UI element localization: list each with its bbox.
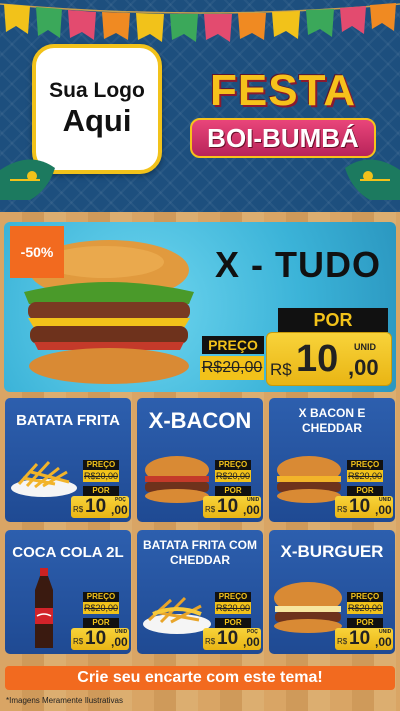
price-int: 10	[349, 628, 371, 649]
new-price: R$ 10 UNID ,00	[71, 628, 129, 650]
product-card[interactable]: X-BURGUER PREÇO R$20,00 POR R$ 10 UNID ,…	[269, 530, 395, 654]
por-label: POR	[347, 486, 383, 496]
price-int: 10	[85, 496, 107, 517]
currency: R$	[73, 505, 84, 514]
old-price: R$20,00	[83, 470, 119, 482]
hero-product-name: X - TUDO	[215, 244, 381, 285]
price-int: 10	[85, 628, 107, 649]
hero-por-label: POR	[278, 308, 388, 332]
currency: R$	[337, 637, 348, 646]
product-name: COCA COLA 2L	[12, 544, 124, 561]
preco-label: PREÇO	[347, 592, 383, 602]
product-card[interactable]: X-BACON PREÇO R$20,00 POR R$ 10 UNID ,00	[137, 398, 263, 522]
por-label: POR	[215, 618, 251, 628]
hero-preco-label: PREÇO	[202, 336, 264, 354]
preco-label: PREÇO	[83, 592, 119, 602]
boi-ornament-icon	[0, 159, 55, 200]
currency: R$	[337, 505, 348, 514]
festival-flags-icon	[0, 3, 400, 42]
old-price: R$20,00	[83, 602, 119, 614]
price-cents: ,00	[375, 503, 392, 517]
por-label: POR	[347, 618, 383, 628]
preco-label: PREÇO	[347, 460, 383, 470]
price-cents: ,00	[375, 635, 392, 649]
new-price: R$ 10 POÇ ,00	[203, 628, 261, 650]
burger-image	[277, 456, 341, 503]
price-cents: ,00	[111, 635, 128, 649]
header-banner: Sua Logo Aqui FESTA BOI-BUMBÁ	[0, 0, 400, 212]
price-cents: ,00	[243, 635, 260, 649]
price-cents: ,00	[243, 503, 260, 517]
product-card[interactable]: BATATA FRITA COM CHEDDAR PREÇO R$20,00 P…	[137, 530, 263, 654]
festival-title: FESTA	[210, 66, 356, 115]
product-name: X BACON E CHEDDAR	[298, 406, 366, 435]
preco-label: PREÇO	[215, 592, 251, 602]
new-price: R$ 10 UNID ,00	[203, 496, 261, 518]
fries-image	[11, 460, 77, 497]
product-name: X-BACON	[148, 408, 252, 433]
product-name: X-BURGUER	[280, 542, 384, 561]
product-card[interactable]: X BACON E CHEDDAR PREÇO R$20,00 POR R$ 1…	[269, 398, 395, 522]
old-price: R$20,00	[347, 470, 383, 482]
hero-currency: R$	[270, 360, 292, 379]
burger-image	[274, 582, 342, 633]
hero-unit: UNID	[354, 342, 376, 352]
product-name: BATATA FRITA COM CHEDDAR	[143, 538, 257, 567]
product-name: BATATA FRITA	[16, 412, 120, 429]
burger-image	[145, 456, 209, 503]
price-int: 10	[217, 628, 239, 649]
new-price: R$ 10 UNID ,00	[335, 496, 393, 518]
por-label: POR	[83, 618, 119, 628]
logo-line-2: Aqui	[62, 103, 132, 138]
price-cents: ,00	[111, 503, 128, 517]
price-int: 10	[349, 496, 371, 517]
por-label: POR	[83, 486, 119, 496]
disclaimer-text: *Imagens Meramente Ilustrativas	[6, 696, 123, 705]
hero-price-cents: ,00	[348, 355, 379, 380]
boi-ornament-icon	[345, 159, 400, 200]
old-price: R$20,00	[215, 470, 251, 482]
por-label: POR	[215, 486, 251, 496]
product-card[interactable]: COCA COLA 2L PREÇO R$20,00 POR R$ 10 UNI…	[5, 530, 131, 654]
soda-bottle-image	[35, 568, 53, 648]
old-price: R$20,00	[215, 602, 251, 614]
cheese-fries-image	[143, 596, 211, 634]
discount-badge: -50%	[10, 226, 64, 278]
preco-label: PREÇO	[83, 460, 119, 470]
product-card[interactable]: BATATA FRITA PREÇO R$20,00 POR R$ 10 POÇ…	[5, 398, 131, 522]
currency: R$	[73, 637, 84, 646]
create-flyer-button[interactable]: Crie seu encarte com este tema!	[5, 666, 395, 690]
new-price: R$ 10 POÇ ,00	[71, 496, 129, 518]
hero-price-int: 10	[296, 338, 339, 380]
currency: R$	[205, 637, 216, 646]
logo-line-1: Sua Logo	[49, 79, 145, 102]
currency: R$	[205, 505, 216, 514]
old-price: R$20,00	[347, 602, 383, 614]
preco-label: PREÇO	[215, 460, 251, 470]
hero-old-price: R$20,00	[200, 356, 264, 380]
new-price: R$ 10 UNID ,00	[335, 628, 393, 650]
price-int: 10	[217, 496, 239, 517]
